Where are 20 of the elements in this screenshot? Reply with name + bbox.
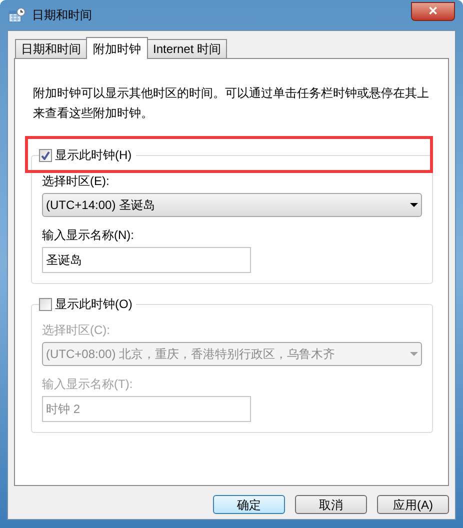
caret-icon xyxy=(410,352,418,356)
dialog-button[interactable]: 确定 xyxy=(213,495,285,514)
field-label: 输入显示名称(T): xyxy=(42,376,133,392)
calendar-clock-icon xyxy=(8,7,26,23)
dialog-button[interactable]: 取消 xyxy=(295,495,367,514)
checkbox-label: 显示此时钟(O) xyxy=(55,296,132,313)
dialog-button[interactable]: 应用(A) xyxy=(377,495,449,514)
description-text: 附加时钟可以显示其他时区的时间。可以通过单击任务栏时钟或悬停在其上来查看这些附加时钟。 xyxy=(33,85,430,122)
timezone-dropdown[interactable]: (UTC+14:00) 圣诞岛 xyxy=(42,193,422,217)
field-label: 输入显示名称(N): xyxy=(42,227,134,243)
caret-icon xyxy=(410,203,418,207)
tab[interactable]: 附加时钟 xyxy=(86,37,148,59)
name-field[interactable]: 圣诞岛 xyxy=(42,247,251,273)
tab[interactable]: Internet 时间 xyxy=(147,39,228,58)
tab[interactable]: 日期和时间 xyxy=(15,39,87,58)
field-label: 选择时区(E): xyxy=(42,173,110,189)
field-label: 选择时区(C): xyxy=(42,322,110,338)
window-title: 日期和时间 xyxy=(32,7,92,24)
checkbox-label: 显示此时钟(H) xyxy=(55,147,132,164)
checkbox[interactable] xyxy=(39,148,52,162)
